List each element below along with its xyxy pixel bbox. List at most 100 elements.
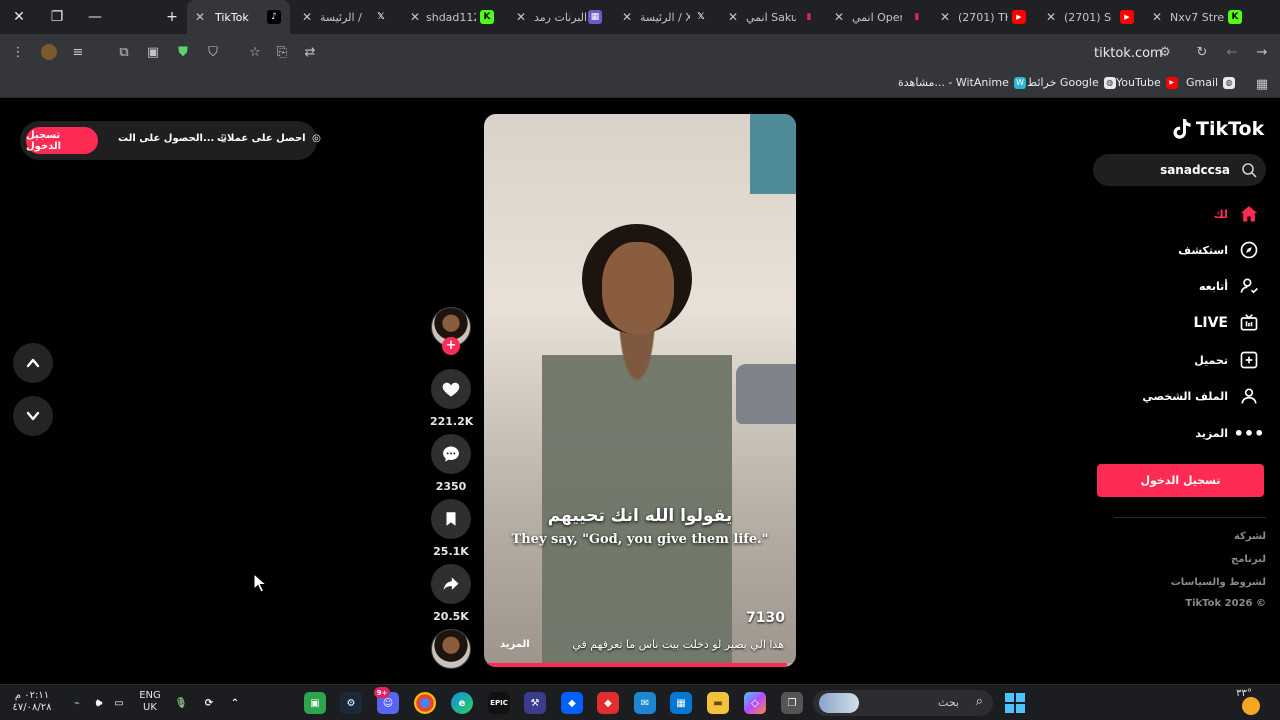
task-view-icon[interactable]: ❐ (781, 692, 803, 714)
clock[interactable]: ٠٢:١١ م ٤٧/٠٨/٢٨ (12, 690, 52, 714)
next-video-button[interactable] (13, 396, 53, 436)
media-controls-icon[interactable]: ≡ (68, 42, 88, 62)
close-window-button[interactable]: ✕ (0, 0, 38, 34)
profile-avatar-icon[interactable] (39, 42, 59, 62)
bookmark-youtube[interactable]: YouTube ▶ (1116, 76, 1178, 89)
extensions-icon[interactable]: ⧉ (114, 42, 134, 62)
tab-x-home-2[interactable]: ✕ الرئيسة / X 𝕏 (618, 0, 722, 34)
get-coins-button[interactable]: احصل على عملات ◎ (217, 133, 321, 144)
save-button[interactable] (431, 499, 471, 539)
show-hidden-icons-icon[interactable]: ⌃ (224, 692, 246, 714)
like-button[interactable] (431, 369, 471, 409)
follow-plus-icon[interactable]: + (442, 337, 460, 355)
battery-charging-icon[interactable]: ⌁ (66, 692, 88, 714)
bookmark-witanime[interactable]: مشاهدة... - WitAnime W (898, 76, 1026, 89)
close-tab-icon[interactable]: ✕ (622, 10, 632, 24)
close-tab-icon[interactable]: ✕ (302, 10, 312, 24)
sync-app-icon[interactable]: ⟳ (198, 692, 220, 714)
nav-upload[interactable]: تحميل (1194, 348, 1260, 372)
edge-icon[interactable]: e (451, 692, 473, 714)
previous-video-button[interactable] (13, 343, 53, 383)
tab-title: TikTok (215, 10, 249, 24)
chrome-icon[interactable] (414, 692, 436, 714)
nav-profile[interactable]: الملف الشخصي (1142, 384, 1260, 408)
footer-terms-link[interactable]: لشروط والسياسات (1171, 577, 1266, 588)
language-indicator[interactable]: ENG UK (136, 690, 164, 714)
search-input[interactable]: sanadccsa (1093, 154, 1266, 186)
tab-anime-sakuta[interactable]: ✕ انمي Sakuta ▮ (726, 0, 830, 34)
weather-sun-icon[interactable] (1242, 697, 1260, 715)
tab-kick-shdad[interactable]: ✕ shdad112 K (402, 0, 506, 34)
all-bookmarks-icon[interactable]: ▦ (1252, 74, 1272, 94)
nav-following[interactable]: أتابعه (1199, 274, 1260, 298)
video-progress-fill (484, 663, 787, 667)
taskbar-search-input[interactable]: بحث ⌕ (813, 690, 993, 716)
get-app-button[interactable]: الحصول على الت... ▯ (118, 133, 226, 144)
close-tab-icon[interactable]: ✕ (410, 10, 420, 24)
forward-icon[interactable]: → (1252, 42, 1272, 62)
dropbox-icon[interactable]: ◆ (561, 692, 583, 714)
adblock-icon[interactable]: ⛉ (203, 42, 223, 62)
close-tab-icon[interactable]: ✕ (834, 10, 844, 24)
caption-more-link[interactable]: المزيد (500, 639, 530, 650)
nav-for-you[interactable]: لك (1214, 202, 1260, 226)
tiktok-logo[interactable]: TikTok (1172, 118, 1264, 140)
bookmark-star-icon[interactable]: ☆ (245, 42, 265, 62)
tab-x-home[interactable]: ✕ الرئيسة / X 𝕏 (294, 0, 398, 34)
install-app-icon[interactable]: ⎘ (272, 42, 292, 62)
sound-avatar[interactable] (431, 629, 471, 669)
store-icon[interactable]: ▦ (670, 692, 692, 714)
bookmark-google-maps[interactable]: خرائط Google ◍ (1027, 76, 1116, 89)
video-player[interactable]: يقولوا الله انك تحييهم They say, "God, y… (484, 114, 796, 667)
close-tab-icon[interactable]: ✕ (1152, 10, 1162, 24)
minimize-window-button[interactable]: — (76, 0, 114, 34)
nav-explore[interactable]: استكشف (1178, 238, 1260, 262)
copilot-icon[interactable]: ◇ (744, 692, 766, 714)
mail-icon[interactable]: ✉ (634, 692, 656, 714)
footer-company-link[interactable]: لشركة (1234, 531, 1266, 542)
tab-kick-nxv7[interactable]: ✕ Nxv7 Strea K (1150, 0, 1254, 34)
close-tab-icon[interactable]: ✕ (516, 10, 526, 24)
shield-extension-icon[interactable]: ⛊ (173, 42, 193, 62)
restore-window-button[interactable]: ❐ (38, 0, 76, 34)
bookmark-label: مشاهدة... - WitAnime (898, 76, 1009, 89)
video-progress-bar[interactable] (484, 663, 796, 667)
back-icon[interactable]: ← (1222, 42, 1242, 62)
nav-live[interactable]: LIVE (1193, 311, 1260, 335)
sidebar-login-button[interactable]: تسجيل الدخول (1097, 464, 1264, 497)
volume-icon[interactable]: 🕪 (88, 692, 110, 714)
search-icon[interactable] (1241, 162, 1257, 178)
close-tab-icon[interactable]: ✕ (940, 10, 950, 24)
new-tab-button[interactable]: + (153, 0, 191, 34)
tab-youtube-the[interactable]: ✕ (2701) THE ▶ (938, 0, 1042, 34)
close-tab-icon[interactable]: ✕ (1046, 10, 1056, 24)
app-red-icon[interactable]: ◆ (597, 692, 619, 714)
tab-app[interactable]: ✕ البرنات رمد ▦ (510, 0, 614, 34)
microphone-icon[interactable]: 🎙 (170, 692, 192, 714)
tab-tiktok[interactable]: ✕ TikTok ♪ (187, 0, 290, 34)
tab-anime-open[interactable]: ✕ انمي Open ▮ (834, 0, 938, 34)
close-tab-icon[interactable]: ✕ (728, 10, 738, 24)
share-button[interactable] (431, 564, 471, 604)
translate-icon[interactable]: ⇄ (300, 42, 320, 62)
start-button[interactable] (1004, 692, 1026, 714)
footer-program-link[interactable]: لبرنامج (1231, 554, 1266, 565)
close-tab-icon[interactable]: ✕ (195, 10, 205, 24)
nav-more[interactable]: المزيد ••• (1195, 421, 1264, 445)
extension-app-icon[interactable]: ▣ (143, 42, 163, 62)
bookmark-gmail[interactable]: Gmail ◍ (1186, 76, 1236, 89)
kick-icon: K (1228, 10, 1242, 24)
tab-youtube-suf[interactable]: ✕ (2701) Suf ▶ (1042, 0, 1146, 34)
app-tool-icon[interactable]: ⚒ (524, 692, 546, 714)
address-bar[interactable]: tiktok.com (1094, 46, 1163, 61)
menu-dots-icon[interactable]: ⋮ (8, 42, 28, 62)
app-green-icon[interactable]: ▣ (304, 692, 326, 714)
header-login-button[interactable]: تسجيل الدخول (26, 127, 98, 154)
comment-button[interactable] (431, 434, 471, 474)
reload-icon[interactable]: ↻ (1192, 42, 1212, 62)
network-icon[interactable]: ▭ (108, 692, 130, 714)
steam-icon[interactable]: ⚙ (340, 692, 362, 714)
tab-title: الرئيسة / X (320, 10, 364, 24)
epic-games-icon[interactable]: EPIC (488, 692, 510, 714)
file-explorer-icon[interactable]: ▬ (707, 692, 729, 714)
